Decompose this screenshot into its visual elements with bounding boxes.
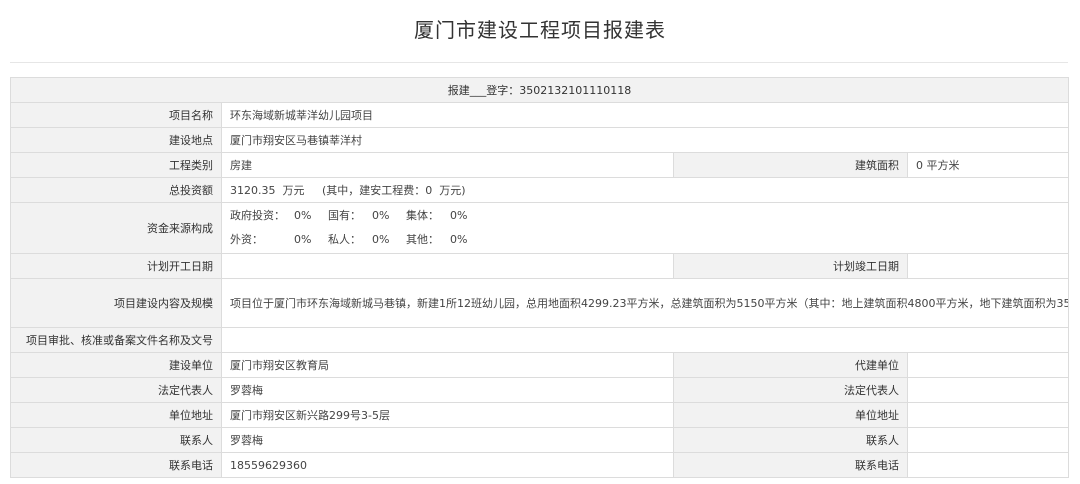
title-divider <box>10 62 1068 63</box>
form-header-row: 报建___登字：3502132101110118 <box>9 77 1070 103</box>
gov-label: 政府投资： <box>230 209 285 222</box>
investment-label: 总投资额 <box>10 177 222 203</box>
funding-line-2: 外资： 0% 私人： 0% 其他： 0% <box>223 228 1068 252</box>
state-value: 0% <box>372 209 390 222</box>
row-location: 建设地点 厦门市翔安区马巷镇莘洋村 <box>10 127 1070 153</box>
category-value: 房建 <box>221 152 674 178</box>
state-label: 国有： <box>328 209 361 222</box>
category-label: 工程类别 <box>10 152 222 178</box>
builder-address-label: 单位地址 <box>10 402 222 428</box>
page-title: 厦门市建设工程项目报建表 <box>414 18 666 42</box>
finish-date-value <box>906 253 1070 279</box>
registration-form-table: 报建___登字：3502132101110118 项目名称 环东海域新城莘洋幼儿… <box>9 77 1070 478</box>
row-scope: 项目建设内容及规模 项目位于厦门市环东海域新城马巷镇，新建1所12班幼儿园，总用… <box>10 278 1070 328</box>
agent-unit-value <box>906 352 1070 378</box>
agent-contact-label: 联系人 <box>673 427 908 453</box>
area-label: 建筑面积 <box>673 152 908 178</box>
agent-address-label: 单位地址 <box>673 402 908 428</box>
builder-rep-label: 法定代表人 <box>10 377 222 403</box>
row-contact: 联系人 罗蓉梅 联系人 <box>10 427 1070 453</box>
funding-value: 政府投资： 0% 国有： 0% 集体： 0% 外资： 0% 私人： 0% 其他： 0% <box>220 202 1070 254</box>
other-label: 其他： <box>406 233 439 246</box>
row-address: 单位地址 厦门市翔安区新兴路299号3-5层 单位地址 <box>10 402 1070 428</box>
row-category: 工程类别 房建 建筑面积 0 平方米 <box>10 152 1070 178</box>
finish-date-label: 计划竣工日期 <box>673 253 908 279</box>
project-name-label: 项目名称 <box>10 102 222 128</box>
start-date-label: 计划开工日期 <box>10 253 222 279</box>
row-representative: 法定代表人 罗蓉梅 法定代表人 <box>10 377 1070 403</box>
location-label: 建设地点 <box>10 127 222 153</box>
collective-label: 集体： <box>406 209 439 222</box>
agent-rep-label: 法定代表人 <box>673 377 908 403</box>
agent-phone-value <box>906 452 1070 478</box>
foreign-value: 0% <box>294 233 312 246</box>
approval-label: 项目审批、核准或备案文件名称及文号 <box>10 327 222 353</box>
row-funding: 资金来源构成 政府投资： 0% 国有： 0% 集体： 0% 外资： 0% 私人： 0% 其他： 0% <box>10 202 1070 254</box>
funding-label: 资金来源构成 <box>10 202 222 254</box>
other-value: 0% <box>450 233 468 246</box>
agent-address-value <box>906 402 1070 428</box>
project-name-value: 环东海域新城莘洋幼儿园项目 <box>220 102 1070 128</box>
location-value: 厦门市翔安区马巷镇莘洋村 <box>220 127 1070 153</box>
agent-phone-label: 联系电话 <box>673 452 908 478</box>
row-unit: 建设单位 厦门市翔安区教育局 代建单位 <box>10 352 1070 378</box>
gov-value: 0% <box>294 209 312 222</box>
builder-phone-value: 18559629360 <box>221 452 674 478</box>
private-value: 0% <box>372 233 390 246</box>
investment-value: 3120.35 万元 (其中，建安工程费：0 万元) <box>220 177 1070 203</box>
approval-value <box>220 327 1070 353</box>
foreign-label: 外资： <box>230 233 263 246</box>
row-schedule: 计划开工日期 计划竣工日期 <box>10 253 1070 279</box>
row-phone: 联系电话 18559629360 联系电话 <box>10 452 1070 478</box>
scope-value: 项目位于厦门市环东海域新城马巷镇，新建1所12班幼儿园，总用地面积4299.23… <box>220 278 1070 328</box>
builder-rep-value: 罗蓉梅 <box>221 377 674 403</box>
funding-line-1: 政府投资： 0% 国有： 0% 集体： 0% <box>223 204 1068 228</box>
collective-value: 0% <box>450 209 468 222</box>
area-value: 0 平方米 <box>906 152 1070 178</box>
agent-unit-label: 代建单位 <box>673 352 908 378</box>
private-label: 私人： <box>328 233 361 246</box>
scope-label: 项目建设内容及规模 <box>10 278 222 328</box>
builder-unit-value: 厦门市翔安区教育局 <box>221 352 674 378</box>
registration-number: 报建___登字：3502132101110118 <box>9 77 1070 103</box>
builder-contact-label: 联系人 <box>10 427 222 453</box>
builder-phone-label: 联系电话 <box>10 452 222 478</box>
agent-contact-value <box>906 427 1070 453</box>
start-date-value <box>221 253 674 279</box>
row-investment: 总投资额 3120.35 万元 (其中，建安工程费：0 万元) <box>10 177 1070 203</box>
row-project-name: 项目名称 环东海域新城莘洋幼儿园项目 <box>10 102 1070 128</box>
agent-rep-value <box>906 377 1070 403</box>
row-approval: 项目审批、核准或备案文件名称及文号 <box>10 327 1070 353</box>
builder-address-value: 厦门市翔安区新兴路299号3-5层 <box>221 402 674 428</box>
builder-contact-value: 罗蓉梅 <box>221 427 674 453</box>
builder-unit-label: 建设单位 <box>10 352 222 378</box>
